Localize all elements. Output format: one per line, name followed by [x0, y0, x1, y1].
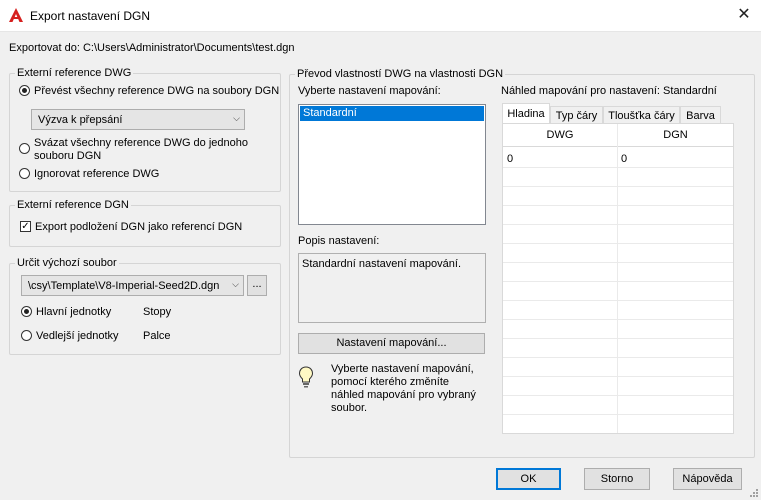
- radio-ignore-xrefs[interactable]: [19, 168, 30, 179]
- mapping-grid: [502, 123, 734, 434]
- grid-cell-dwg: 0: [507, 153, 514, 165]
- radio-main-units-label[interactable]: Hlavní jednotky: [36, 306, 111, 318]
- grid-row-line: [503, 300, 733, 301]
- radio-main-units[interactable]: [21, 306, 32, 317]
- list-item[interactable]: Standardní: [300, 106, 484, 121]
- radio-convert-xrefs-label[interactable]: Převést všechny reference DWG na soubory…: [34, 85, 279, 97]
- tab-color[interactable]: Barva: [680, 106, 721, 124]
- setup-description-text: Standardní nastavení mapování.: [302, 258, 461, 270]
- preview-label: Náhled mapování pro nastavení: Standardn…: [501, 85, 717, 97]
- main-units-value: Stopy: [143, 306, 172, 318]
- grid-row-line: [503, 338, 733, 339]
- grid-row-line: [503, 224, 733, 225]
- resize-grip-icon[interactable]: [748, 487, 759, 498]
- chevron-down-icon: ⌵: [232, 279, 239, 289]
- grid-row-line: [503, 167, 733, 168]
- grid-row-line: [503, 281, 733, 282]
- mapping-legend: Převod vlastností DWG na vlastnosti DGN: [295, 68, 506, 80]
- tip-text: Vyberte nastavení mapování, pomocí které…: [331, 363, 476, 414]
- grid-row-line: [503, 186, 733, 187]
- chevron-down-icon: ⌵: [233, 113, 240, 123]
- select-setup-label: Vyberte nastavení mapování:: [298, 85, 441, 97]
- lightbulb-icon: [298, 366, 314, 388]
- grid-row-line: [503, 376, 733, 377]
- grid-row-line: [503, 243, 733, 244]
- grid-row-line: [503, 395, 733, 396]
- export-path-label: Exportovat do: C:\Users\Administrator\Do…: [9, 42, 295, 54]
- grid-row-line: [503, 319, 733, 320]
- grid-header-dwg: DWG: [546, 129, 574, 141]
- grid-row-line: [503, 205, 733, 206]
- export-underlay-label[interactable]: Export podložení DGN jako referencí DGN: [35, 221, 242, 233]
- cancel-button[interactable]: Storno: [584, 468, 650, 490]
- grid-row-line: [503, 357, 733, 358]
- radio-sub-units[interactable]: [21, 330, 32, 341]
- radio-convert-xrefs[interactable]: [19, 85, 30, 96]
- help-button[interactable]: Nápověda: [673, 468, 742, 490]
- ok-button[interactable]: OK: [496, 468, 561, 490]
- grid-column-divider: [617, 124, 618, 433]
- sub-units-value: Palce: [143, 330, 171, 342]
- tab-lineweight[interactable]: Tloušťka čáry: [603, 106, 680, 124]
- window-title: Export nastavení DGN: [30, 9, 151, 23]
- xref-dwg-legend: Externí reference DWG: [15, 67, 134, 79]
- overwrite-dropdown-value: Výzva k přepsání: [38, 114, 123, 126]
- tab-layer[interactable]: Hladina: [502, 103, 550, 124]
- radio-bind-xrefs-label-line2: souboru DGN: [34, 150, 102, 162]
- radio-sub-units-label[interactable]: Vedlejší jednotky: [36, 330, 119, 342]
- setup-description-label: Popis nastavení:: [298, 235, 380, 247]
- autocad-logo-icon: [9, 8, 23, 22]
- tab-linetype[interactable]: Typ čáry: [550, 106, 603, 124]
- xref-dgn-legend: Externí reference DGN: [15, 199, 131, 211]
- radio-bind-xrefs-label[interactable]: Svázat všechny reference DWG do jednoho …: [34, 137, 248, 162]
- browse-seed-button[interactable]: ...: [247, 275, 267, 296]
- grid-header-dgn: DGN: [663, 129, 688, 141]
- seed-file-legend: Určit výchozí soubor: [15, 257, 119, 269]
- setup-description-box: Standardní nastavení mapování.: [298, 253, 486, 323]
- grid-row-line: [503, 414, 733, 415]
- mapping-setups-list[interactable]: Standardní: [298, 104, 486, 225]
- overwrite-dropdown[interactable]: Výzva k přepsání ⌵: [31, 109, 245, 130]
- export-underlay-checkbox[interactable]: ✓: [20, 221, 31, 232]
- grid-row-line: [503, 262, 733, 263]
- close-button[interactable]: ✕: [730, 4, 758, 26]
- radio-bind-xrefs-label-line1: Svázat všechny reference DWG do jednoho: [34, 137, 249, 149]
- seed-file-value: \csy\Template\V8-Imperial-Seed2D.dgn: [28, 280, 220, 292]
- seed-file-dropdown[interactable]: \csy\Template\V8-Imperial-Seed2D.dgn ⌵: [21, 275, 244, 296]
- grid-cell-dgn: 0: [621, 153, 628, 165]
- radio-bind-xrefs[interactable]: [19, 143, 30, 154]
- radio-ignore-xrefs-label[interactable]: Ignorovat reference DWG: [34, 168, 159, 180]
- mapping-setup-button[interactable]: Nastavení mapování...: [298, 333, 485, 354]
